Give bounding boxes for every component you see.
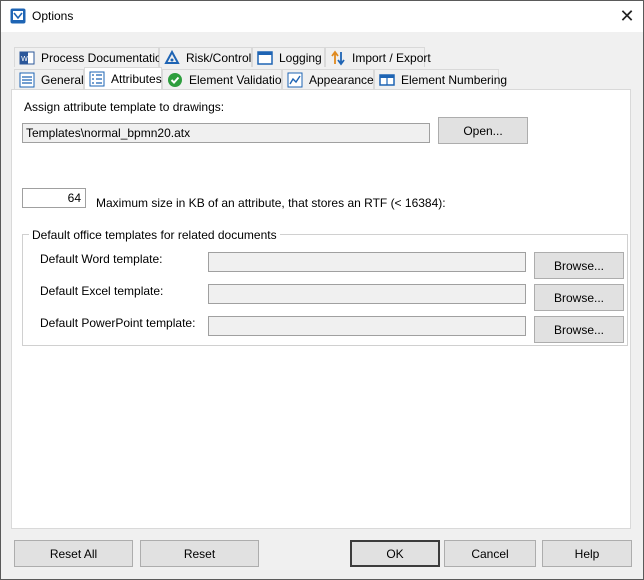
tab-label: Logging (279, 50, 322, 65)
tab-label: Element Validation (189, 72, 289, 87)
tab-attributes[interactable]: Attributes (84, 67, 162, 89)
word-template-field[interactable] (208, 252, 526, 272)
browse-powerpoint-button[interactable]: Browse... (534, 316, 624, 343)
max-size-label: Maximum size in KB of an attribute, that… (96, 196, 446, 210)
up-down-arrows-icon (331, 50, 345, 65)
options-dialog: Options ✕ W Process Documentation Risk/C… (0, 0, 644, 580)
attributes-list-icon (89, 71, 105, 86)
tab-logging[interactable]: Logging (252, 47, 325, 67)
appearance-icon (287, 72, 303, 87)
assign-template-label: Assign attribute template to drawings: (24, 100, 225, 114)
tab-general[interactable]: General (14, 69, 84, 89)
word-document-icon: W (19, 51, 35, 64)
template-path-field[interactable]: Templates\normal_bpmn20.atx (22, 123, 430, 143)
help-button[interactable]: Help (542, 540, 632, 567)
tab-label: Element Numbering (401, 72, 508, 87)
group-title: Default office templates for related doc… (29, 228, 280, 242)
list-icon (19, 72, 35, 87)
tab-process-documentation[interactable]: W Process Documentation (14, 47, 168, 67)
app-icon (10, 8, 26, 24)
tab-label: General (41, 72, 84, 87)
green-check-icon (168, 72, 182, 87)
word-template-label: Default Word template: (40, 252, 163, 266)
tab-label: Appearance (309, 72, 374, 87)
max-size-input[interactable]: 64 (22, 188, 86, 208)
window-title: Options (32, 9, 74, 23)
tab-label: Attributes (111, 71, 162, 86)
log-window-icon (257, 50, 273, 65)
cancel-button[interactable]: Cancel (444, 540, 536, 567)
browse-excel-button[interactable]: Browse... (534, 284, 624, 311)
powerpoint-template-label: Default PowerPoint template: (40, 316, 196, 330)
tab-risk-control[interactable]: Risk/Control (159, 47, 252, 67)
ok-button[interactable]: OK (350, 540, 440, 567)
tab-label: Import / Export (352, 50, 431, 65)
excel-template-label: Default Excel template: (40, 284, 164, 298)
excel-template-field[interactable] (208, 284, 526, 304)
tab-label: Risk/Control (186, 50, 252, 65)
tab-label: Process Documentation (41, 50, 169, 65)
tab-import-export[interactable]: Import / Export (325, 47, 431, 67)
browse-word-button[interactable]: Browse... (534, 252, 624, 279)
numbering-icon (379, 73, 395, 86)
open-button[interactable]: Open... (438, 117, 528, 144)
tab-appearance[interactable]: Appearance (282, 69, 374, 89)
powerpoint-template-field[interactable] (208, 316, 526, 336)
triangle-cycle-icon (164, 49, 180, 64)
reset-all-button[interactable]: Reset All (14, 540, 133, 567)
title-bar: Options ✕ (1, 1, 643, 32)
svg-text:W: W (21, 55, 28, 63)
tab-element-validation[interactable]: Element Validation (162, 69, 288, 89)
tab-element-numbering[interactable]: Element Numbering (374, 69, 507, 89)
close-button[interactable]: ✕ (611, 1, 643, 32)
reset-button[interactable]: Reset (140, 540, 259, 567)
